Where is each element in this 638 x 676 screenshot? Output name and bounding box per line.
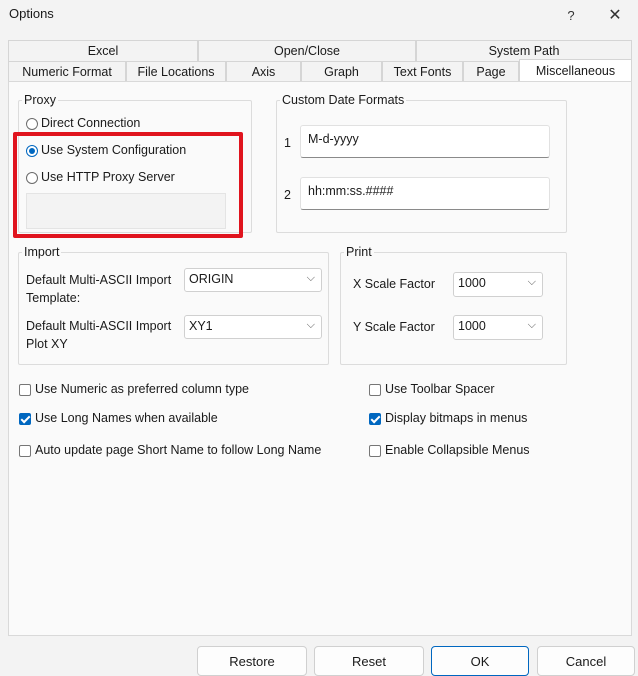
checkbox-display-bitmaps[interactable] xyxy=(369,413,381,425)
import-plotxy-value: XY1 xyxy=(189,319,213,333)
import-plotxy-select[interactable]: XY1 ⌵ xyxy=(184,315,322,339)
proxy-group-label: Proxy xyxy=(22,93,58,107)
close-icon: ✕ xyxy=(608,7,622,24)
import-template-label: Default Multi-ASCII Import Template: xyxy=(26,273,172,305)
checkbox-auto-update-short-name-label: Auto update page Short Name to follow Lo… xyxy=(35,443,322,457)
tab-numeric-format[interactable]: Numeric Format xyxy=(8,61,126,82)
x-scale-factor-value: 1000 xyxy=(458,276,486,290)
tab-excel[interactable]: Excel xyxy=(8,40,198,61)
checkbox-auto-update-short-name[interactable] xyxy=(19,445,31,457)
tab-open-close[interactable]: Open/Close xyxy=(198,40,416,61)
x-scale-factor-label: X Scale Factor xyxy=(353,277,435,291)
window-title: Options xyxy=(9,6,54,21)
checkbox-collapsible-menus-label: Enable Collapsible Menus xyxy=(385,443,530,457)
date-formats-group xyxy=(276,100,567,233)
date-format-index-2: 2 xyxy=(284,188,291,202)
chevron-down-icon: ⌵ xyxy=(306,319,315,331)
tab-page[interactable]: Page xyxy=(463,61,519,82)
date-formats-group-label: Custom Date Formats xyxy=(280,93,407,107)
radio-direct-connection-label: Direct Connection xyxy=(41,116,141,130)
highlight-box xyxy=(13,132,243,238)
checkbox-toolbar-spacer-label: Use Toolbar Spacer xyxy=(385,382,495,396)
chevron-down-icon: ⌵ xyxy=(527,276,536,288)
import-template-select[interactable]: ORIGIN ⌵ xyxy=(184,268,322,292)
checkbox-collapsible-menus[interactable] xyxy=(369,445,381,457)
x-scale-factor-select[interactable]: 1000 ⌵ xyxy=(453,272,543,297)
import-template-value: ORIGIN xyxy=(189,272,234,286)
tab-miscellaneous[interactable]: Miscellaneous xyxy=(519,59,632,82)
checkbox-display-bitmaps-label: Display bitmaps in menus xyxy=(385,411,528,425)
tab-axis[interactable]: Axis xyxy=(226,61,301,82)
date-format-2-input[interactable]: hh:mm:ss.#### xyxy=(300,177,550,210)
ok-button[interactable]: OK xyxy=(431,646,529,676)
checkbox-numeric-column-type[interactable] xyxy=(19,384,31,396)
date-format-index-1: 1 xyxy=(284,136,291,150)
tab-system-path[interactable]: System Path xyxy=(416,40,632,61)
close-button[interactable]: ✕ xyxy=(592,0,638,30)
checkbox-numeric-column-type-label: Use Numeric as preferred column type xyxy=(35,382,249,396)
checkbox-long-names[interactable] xyxy=(19,413,31,425)
checkbox-toolbar-spacer[interactable] xyxy=(369,384,381,396)
restore-button[interactable]: Restore xyxy=(197,646,307,676)
import-plotxy-label: Default Multi-ASCII Import Plot XY xyxy=(26,319,172,351)
tab-graph[interactable]: Graph xyxy=(301,61,382,82)
tab-text-fonts[interactable]: Text Fonts xyxy=(382,61,463,82)
y-scale-factor-label: Y Scale Factor xyxy=(353,320,435,334)
date-format-1-input[interactable]: M-d-yyyy xyxy=(300,125,550,158)
tab-file-locations[interactable]: File Locations xyxy=(126,61,226,82)
y-scale-factor-select[interactable]: 1000 ⌵ xyxy=(453,315,543,340)
help-button[interactable]: ? xyxy=(548,0,594,30)
radio-direct-connection[interactable] xyxy=(26,118,38,130)
chevron-down-icon: ⌵ xyxy=(306,272,315,284)
cancel-button[interactable]: Cancel xyxy=(537,646,635,676)
checkbox-long-names-label: Use Long Names when available xyxy=(35,411,218,425)
reset-button[interactable]: Reset xyxy=(314,646,424,676)
import-group-label: Import xyxy=(22,245,62,259)
chevron-down-icon: ⌵ xyxy=(527,319,536,331)
y-scale-factor-value: 1000 xyxy=(458,319,486,333)
print-group xyxy=(340,252,567,365)
print-group-label: Print xyxy=(344,245,374,259)
